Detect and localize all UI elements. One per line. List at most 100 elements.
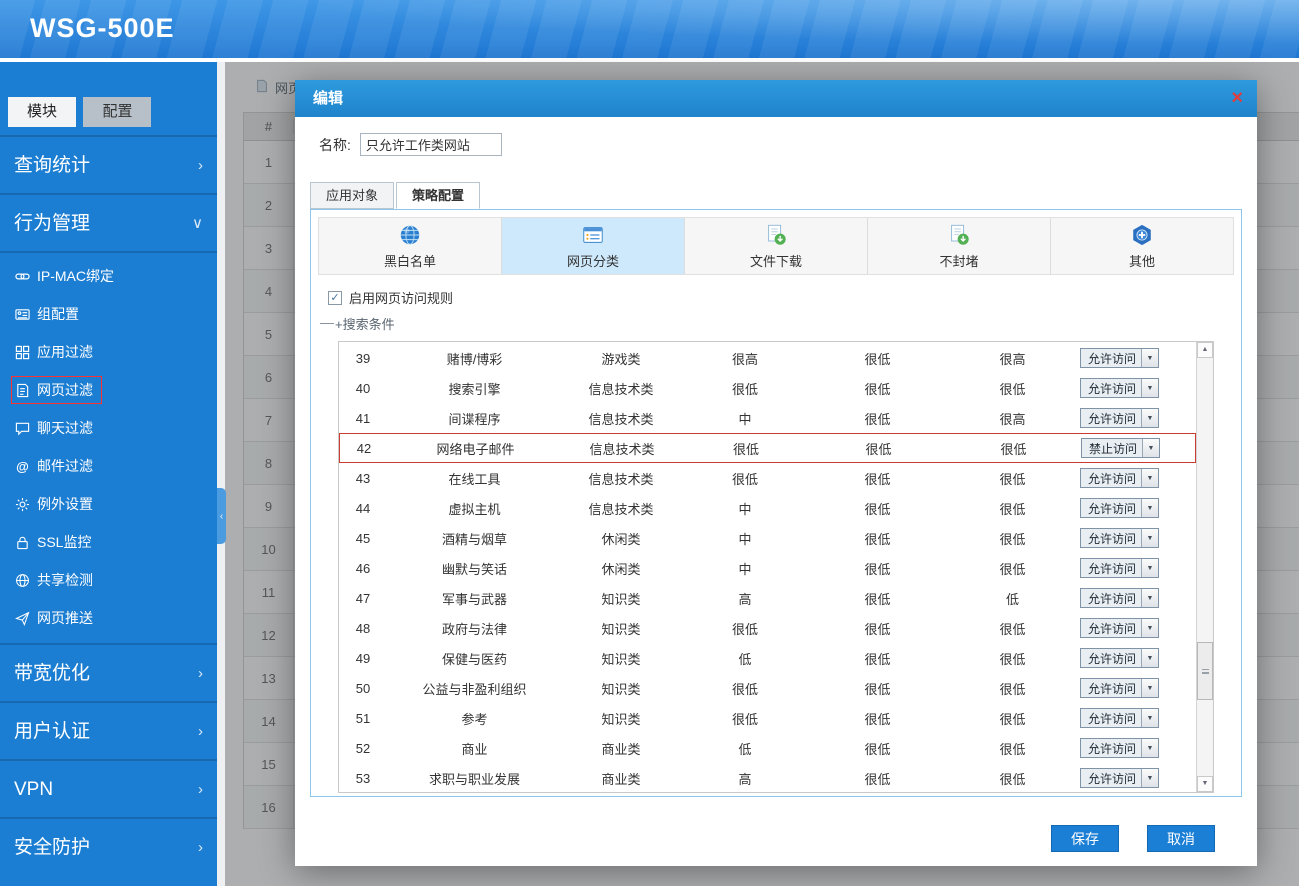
sidebar-tabs: 模块 配置 <box>0 62 217 135</box>
scrollbar-thumb[interactable] <box>1197 642 1213 700</box>
action-select[interactable]: 允许访问 ▼ <box>1080 348 1160 368</box>
sidebar-section-bandwidth[interactable]: 带宽优化 › <box>0 643 217 701</box>
dropdown-arrow-icon[interactable]: ▼ <box>1141 499 1159 517</box>
cat-tab-other[interactable]: 其他 <box>1051 218 1233 274</box>
chevron-right-icon: › <box>198 781 203 798</box>
rule-no: 51 <box>355 710 371 726</box>
action-select[interactable]: 允许访问 ▼ <box>1080 468 1160 488</box>
rule-name: 酒精与烟草 <box>441 531 507 547</box>
dropdown-arrow-icon[interactable]: ▼ <box>1141 529 1159 547</box>
tab-apply-objects[interactable]: 应用对象 <box>310 182 395 209</box>
thumb-grip <box>1201 668 1209 674</box>
action-select[interactable]: 允许访问 ▼ <box>1080 528 1160 548</box>
action-select[interactable]: 允许访问 ▼ <box>1080 678 1160 698</box>
dropdown-arrow-icon[interactable]: ▼ <box>1141 679 1159 697</box>
dropdown-arrow-icon[interactable]: ▼ <box>1141 409 1159 427</box>
sidebar-section-security[interactable]: 安全防护 › <box>0 817 217 875</box>
rule-level-2: 很低 <box>864 591 891 607</box>
action-select[interactable]: 允许访问 ▼ <box>1080 738 1160 758</box>
sidebar-item-mail-filter[interactable]: @ 邮件过滤 <box>0 447 217 485</box>
action-select[interactable]: 允许访问 ▼ <box>1080 408 1160 428</box>
rule-row: 45 酒精与烟草 休闲类 中 很低 很低 允许访问 ▼ <box>339 523 1196 553</box>
cat-tab-no-block[interactable]: 不封堵 <box>868 218 1051 274</box>
enable-rule-checkbox[interactable]: ✓ <box>328 290 342 305</box>
sidebar-collapse-handle[interactable]: ‹ <box>217 488 226 544</box>
dropdown-arrow-icon[interactable]: ▼ <box>1141 379 1159 397</box>
action-select[interactable]: 允许访问 ▼ <box>1080 648 1160 668</box>
sidebar-section-user-auth[interactable]: 用户认证 › <box>0 701 217 759</box>
rule-level-1: 中 <box>738 411 752 427</box>
name-input[interactable] <box>359 133 502 156</box>
dropdown-arrow-icon[interactable]: ▼ <box>1141 739 1159 757</box>
rule-level-1: 低 <box>738 651 752 667</box>
rule-no: 52 <box>355 740 371 756</box>
close-icon[interactable]: × <box>1231 80 1243 116</box>
action-select[interactable]: 允许访问 ▼ <box>1080 708 1160 728</box>
sidebar-item-ip-mac-binding[interactable]: IP-MAC绑定 <box>0 257 217 295</box>
sidebar-item-group-config[interactable]: 组配置 <box>0 295 217 333</box>
rule-row: 41 间谍程序 信息技术类 中 很低 很高 允许访问 ▼ <box>339 403 1196 433</box>
scroll-down-icon[interactable]: ▼ <box>1197 776 1213 792</box>
rule-level-1: 很低 <box>731 711 758 727</box>
search-condition-toggle[interactable]: +搜索条件 <box>320 314 1234 333</box>
rule-name: 赌博/博彩 <box>446 351 503 367</box>
dropdown-arrow-icon[interactable]: ▼ <box>1141 349 1159 367</box>
dropdown-arrow-icon[interactable]: ▼ <box>1142 439 1160 457</box>
action-select[interactable]: 允许访问 ▼ <box>1080 558 1160 578</box>
dropdown-arrow-icon[interactable]: ▼ <box>1141 709 1159 727</box>
rule-no: 46 <box>355 560 371 576</box>
cat-tab-blackwhite-list[interactable]: 黑白名单 <box>319 218 502 274</box>
action-select[interactable]: 允许访问 ▼ <box>1080 618 1160 638</box>
cancel-button[interactable]: 取消 <box>1147 825 1215 852</box>
tab-policy-config[interactable]: 策略配置 <box>396 182 481 209</box>
action-select[interactable]: 禁止访问 ▼ <box>1081 438 1161 458</box>
rule-name: 求职与职业发展 <box>428 771 520 787</box>
rule-level-3: 很低 <box>999 741 1026 757</box>
save-button[interactable]: 保存 <box>1051 825 1119 852</box>
lock-icon <box>15 535 30 550</box>
dialog-tabs: 应用对象 策略配置 <box>310 182 1257 209</box>
action-select[interactable]: 允许访问 ▼ <box>1080 378 1160 398</box>
rule-category: 休闲类 <box>601 531 641 547</box>
top-bar: WSG-500E <box>0 0 1299 60</box>
rule-category: 游戏类 <box>601 351 641 367</box>
rule-name: 参考 <box>461 711 488 727</box>
dropdown-arrow-icon[interactable]: ▼ <box>1141 469 1159 487</box>
rule-row: 50 公益与非盈利组织 知识类 很低 很低 很低 允许访问 ▼ <box>339 673 1196 703</box>
sidebar-section-vpn[interactable]: VPN › <box>0 759 217 817</box>
policy-config-panel: 黑白名单 网页分类 文件下载 不封堵 其他 ✓ 启用网页访问规则 +搜索条件 3… <box>310 209 1242 797</box>
rule-row: 52 商业 商业类 低 很低 很低 允许访问 ▼ <box>339 733 1196 763</box>
sidebar-item-ssl-monitor[interactable]: SSL监控 <box>0 523 217 561</box>
rule-category: 知识类 <box>601 621 641 637</box>
dropdown-arrow-icon[interactable]: ▼ <box>1141 589 1159 607</box>
dropdown-arrow-icon[interactable]: ▼ <box>1141 769 1159 787</box>
collapse-dash <box>320 323 334 324</box>
action-select[interactable]: 允许访问 ▼ <box>1080 768 1160 788</box>
rule-row: 40 搜索引擎 信息技术类 很低 很低 很低 允许访问 ▼ <box>339 373 1196 403</box>
rule-row: 53 求职与职业发展 商业类 高 很低 很低 允许访问 ▼ <box>339 763 1196 792</box>
at-icon: @ <box>16 458 29 474</box>
table-scrollbar[interactable]: ▲ ▼ <box>1196 342 1213 792</box>
sidebar-item-share-detection[interactable]: 共享检测 <box>0 561 217 599</box>
sidebar-item-web-push[interactable]: 网页推送 <box>0 599 217 637</box>
sidebar-item-exception-settings[interactable]: 例外设置 <box>0 485 217 523</box>
action-select[interactable]: 允许访问 ▼ <box>1080 588 1160 608</box>
cat-tab-file-download[interactable]: 文件下载 <box>685 218 868 274</box>
sidebar-section-behavior-mgmt[interactable]: 行为管理 ∨ <box>0 193 217 251</box>
scroll-up-icon[interactable]: ▲ <box>1197 342 1213 358</box>
sidebar-section-query-stats[interactable]: 查询统计 › <box>0 135 217 193</box>
tab-config[interactable]: 配置 <box>83 97 152 127</box>
file-download-icon <box>763 222 789 248</box>
dropdown-arrow-icon[interactable]: ▼ <box>1141 559 1159 577</box>
dropdown-arrow-icon[interactable]: ▼ <box>1141 649 1159 667</box>
action-select[interactable]: 允许访问 ▼ <box>1080 498 1160 518</box>
cat-tab-web-category[interactable]: 网页分类 <box>502 218 685 274</box>
tab-modules[interactable]: 模块 <box>8 97 76 127</box>
sidebar-item-web-filter[interactable]: 网页过滤 <box>0 371 217 409</box>
rule-no: 53 <box>355 770 371 786</box>
rule-level-2: 很低 <box>864 351 891 367</box>
sidebar-item-chat-filter[interactable]: 聊天过滤 <box>0 409 217 447</box>
chat-icon <box>15 421 30 436</box>
sidebar-item-app-filter[interactable]: 应用过滤 <box>0 333 217 371</box>
dropdown-arrow-icon[interactable]: ▼ <box>1141 619 1159 637</box>
